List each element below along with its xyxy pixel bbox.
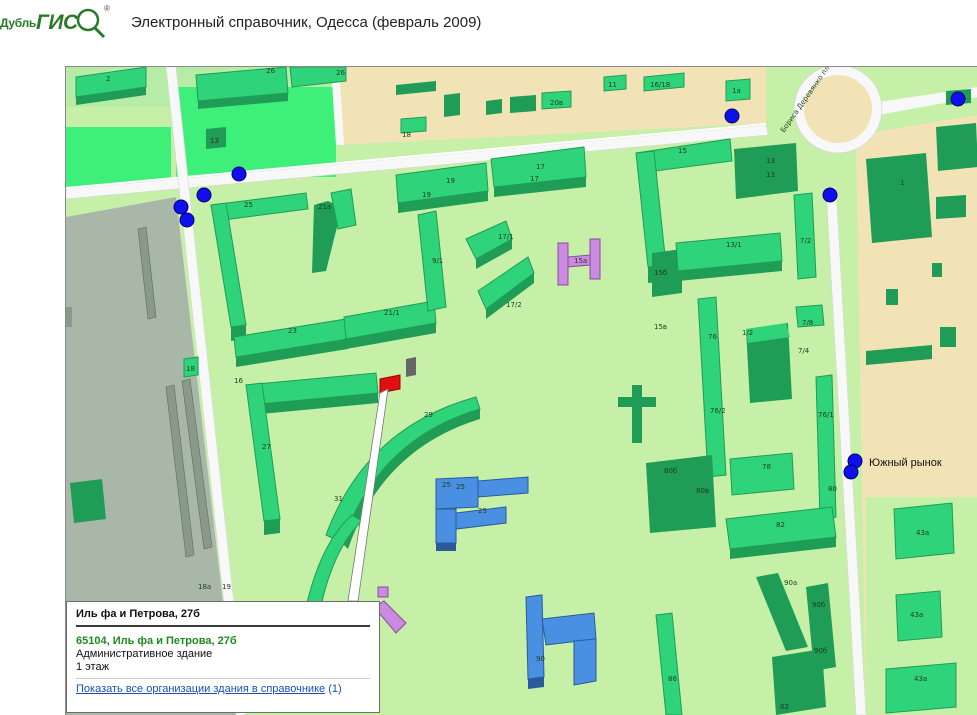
popup-floors: 1 этаж — [76, 661, 109, 673]
popup-title: Иль фа и Петрова, 27б — [76, 608, 370, 627]
svg-text:7/4: 7/4 — [798, 347, 810, 355]
svg-text:19: 19 — [446, 177, 455, 185]
svg-text:13/1: 13/1 — [726, 241, 742, 249]
svg-text:1а: 1а — [732, 87, 741, 95]
svg-text:2: 2 — [106, 75, 110, 83]
city-map[interactable]: Бориса Деревянко площадь — [65, 66, 977, 715]
svg-text:1/2: 1/2 — [742, 329, 753, 337]
building-info-popup: Иль фа и Петрова, 27б 65104, Иль фа и Пе… — [66, 601, 380, 713]
svg-text:1: 1 — [900, 179, 904, 187]
organizations-count: (1) — [328, 683, 342, 695]
svg-text:7/2: 7/2 — [800, 237, 811, 245]
svg-text:15: 15 — [678, 147, 687, 155]
svg-text:17: 17 — [530, 175, 539, 183]
sports-field-west — [66, 127, 171, 187]
svg-text:25: 25 — [456, 483, 465, 491]
svg-text:23: 23 — [288, 327, 297, 335]
magnifier-logo-icon — [76, 8, 105, 39]
svg-text:16/18: 16/18 — [650, 81, 670, 89]
svg-text:43а: 43а — [910, 611, 923, 619]
svg-text:29: 29 — [424, 411, 433, 419]
svg-text:76/1: 76/1 — [818, 411, 834, 419]
app-header: Дубль ГИС ® Электронный справочник, Одес… — [0, 0, 977, 52]
svg-text:19: 19 — [422, 191, 431, 199]
dublgis-logo: Дубль ГИС ® — [0, 4, 110, 42]
svg-text:27: 27 — [262, 443, 271, 451]
svg-text:90б: 90б — [814, 647, 827, 655]
svg-text:25: 25 — [478, 507, 487, 515]
bus-stop-icon — [843, 464, 859, 480]
svg-text:86: 86 — [668, 675, 677, 683]
svg-text:82: 82 — [780, 703, 789, 711]
show-organizations-link[interactable]: Показать все организации здания в справо… — [76, 683, 325, 695]
svg-text:90: 90 — [536, 655, 545, 663]
popup-divider — [76, 678, 370, 679]
svg-text:16: 16 — [234, 377, 243, 385]
page-title: Электронный справочник, Одесса (февраль … — [131, 14, 482, 31]
bus-stop-icon — [173, 199, 189, 215]
bus-stop-icon — [724, 108, 740, 124]
svg-text:25: 25 — [244, 201, 253, 209]
svg-text:18а: 18а — [198, 583, 211, 591]
svg-text:17: 17 — [536, 163, 545, 171]
svg-text:19: 19 — [222, 583, 231, 591]
svg-text:18: 18 — [186, 365, 195, 373]
bus-stop-icon — [231, 166, 247, 182]
svg-text:18: 18 — [402, 131, 411, 139]
popup-link-row: Показать все организации здания в справо… — [76, 683, 370, 695]
svg-text:13: 13 — [766, 157, 775, 165]
bus-stop-icon — [822, 187, 838, 203]
logo-main: ГИС — [35, 11, 78, 34]
svg-text:90б: 90б — [812, 601, 825, 609]
svg-text:31: 31 — [334, 495, 343, 503]
svg-text:76/2: 76/2 — [710, 407, 726, 415]
small-building-grey — [406, 357, 416, 377]
bus-stop-icon — [950, 91, 966, 107]
svg-text:15в: 15в — [654, 323, 667, 331]
svg-text:78: 78 — [762, 463, 771, 471]
bus-stop-icon — [196, 187, 212, 203]
svg-text:26: 26 — [266, 67, 275, 75]
svg-text:90а: 90а — [784, 579, 797, 587]
logo-registered-mark: ® — [104, 4, 110, 13]
svg-text:11: 11 — [608, 81, 617, 89]
svg-text:9/1: 9/1 — [432, 257, 443, 265]
svg-text:43а: 43а — [916, 529, 929, 537]
svg-text:76: 76 — [708, 333, 717, 341]
poi-label-market[interactable]: Южный рынок — [869, 457, 942, 469]
svg-text:80: 80 — [828, 485, 837, 493]
svg-text:15б: 15б — [654, 269, 667, 277]
svg-text:80в: 80в — [696, 487, 709, 495]
svg-text:26: 26 — [336, 69, 345, 77]
svg-text:80б: 80б — [664, 467, 677, 475]
svg-text:7/8: 7/8 — [802, 319, 813, 327]
svg-text:17/2: 17/2 — [506, 301, 522, 309]
popup-address: 65104, Иль фа и Петрова, 27б — [76, 635, 237, 647]
svg-text:25: 25 — [442, 481, 451, 489]
svg-text:15а: 15а — [574, 257, 587, 265]
svg-text:21а: 21а — [318, 203, 331, 211]
svg-text:20в: 20в — [550, 99, 563, 107]
svg-text:43а: 43а — [914, 675, 927, 683]
svg-text:82: 82 — [776, 521, 785, 529]
logo-prefix: Дубль — [0, 16, 36, 30]
bus-stop-icon — [179, 212, 195, 228]
popup-building-type: Административное здание — [76, 648, 213, 660]
svg-text:17/1: 17/1 — [498, 233, 514, 241]
svg-text:13: 13 — [766, 171, 775, 179]
svg-text:13: 13 — [210, 137, 219, 145]
svg-text:21/1: 21/1 — [384, 309, 400, 317]
